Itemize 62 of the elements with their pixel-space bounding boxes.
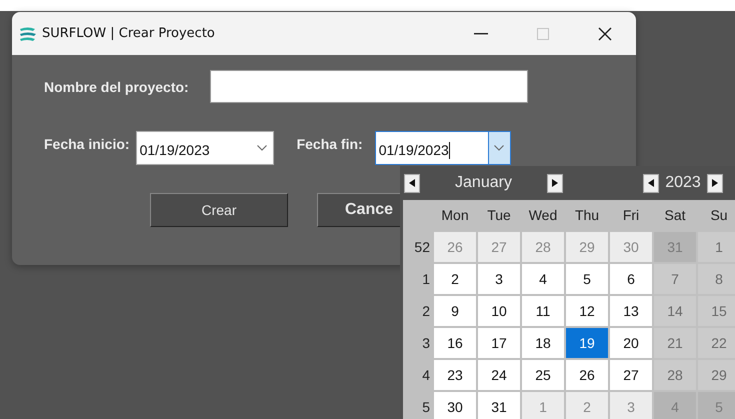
dialog-button[interactable]: Crear [150, 193, 288, 227]
chevron-down-icon [494, 145, 504, 151]
calendar-day[interactable]: 16 [434, 328, 476, 358]
maximize-icon [537, 28, 549, 40]
week-number: 5 [421, 398, 431, 417]
calendar-day[interactable]: 10 [478, 296, 520, 326]
calendar-day[interactable]: 18 [522, 328, 564, 358]
calendar-day[interactable]: 17 [478, 328, 520, 358]
calendar-day[interactable]: 13 [610, 296, 652, 326]
calendar-day[interactable]: 27 [610, 360, 652, 390]
week-number: 2 [421, 302, 431, 321]
calendar-day[interactable]: 31 [478, 392, 520, 419]
weekday-header: Fri [622, 206, 640, 225]
field-label: Fecha fin: [296, 136, 363, 152]
month-label: January [454, 174, 513, 192]
calendar-day[interactable]: 19 [566, 328, 608, 358]
calendar-day[interactable]: 6 [610, 264, 652, 294]
chevron-down-icon [256, 145, 267, 151]
close-icon [598, 26, 612, 40]
calendar-day[interactable]: 12 [566, 296, 608, 326]
date-value: 01/19/2023 [138, 141, 210, 158]
next-month-button[interactable] [547, 174, 563, 192]
previous-month-button[interactable] [404, 174, 420, 192]
calendar-day[interactable]: 23 [434, 360, 476, 390]
calendar-day[interactable]: 26 [566, 360, 608, 390]
week-number: 3 [421, 334, 431, 353]
calendar-day[interactable]: 3 [478, 264, 520, 294]
field-label: Fecha inicio: [44, 136, 130, 152]
date-picker-field[interactable]: 01/19/2023 [136, 131, 274, 165]
calendar-day[interactable]: 5 [566, 264, 608, 294]
date-picker-field[interactable]: 01/19/2023 [374, 131, 511, 165]
week-number: 52 [413, 238, 431, 257]
calendar-day[interactable]: 2 [434, 264, 476, 294]
dropdown-button[interactable] [488, 132, 510, 164]
week-number: 4 [421, 366, 431, 385]
minimize-icon [474, 32, 488, 34]
calendar-day[interactable]: 11 [522, 296, 564, 326]
left-triangle-icon [409, 179, 415, 187]
project-name-field[interactable] [210, 70, 528, 103]
calendar-day[interactable]: 4 [522, 264, 564, 294]
weekday-header: Tue [486, 206, 512, 225]
calendar-day[interactable]: 30 [434, 392, 476, 419]
week-number: 1 [421, 270, 431, 289]
weekday-header: Wed [528, 206, 558, 225]
left-triangle-icon [648, 179, 654, 187]
next-year-button[interactable] [707, 174, 723, 192]
calendar-day[interactable]: 25 [522, 360, 564, 390]
weekday-header: Thu [574, 206, 600, 225]
date-value: 01/19/2023 [378, 141, 449, 158]
calendar-day[interactable]: 9 [434, 296, 476, 326]
previous-year-button[interactable] [643, 174, 659, 192]
year-label: 2023 [664, 174, 702, 192]
right-triangle-icon [712, 179, 718, 187]
window-title: SURFLOW | Crear Proyecto [42, 26, 215, 41]
field-label: Nombre del proyecto: [44, 78, 189, 94]
text-caret [448, 142, 450, 158]
calendar-day[interactable]: 24 [478, 360, 520, 390]
weekday-header: Sat [663, 206, 686, 225]
right-triangle-icon [552, 179, 558, 187]
logo-icon [19, 26, 37, 42]
calendar-day[interactable]: 20 [610, 328, 652, 358]
weekday-header: Su [709, 206, 729, 225]
